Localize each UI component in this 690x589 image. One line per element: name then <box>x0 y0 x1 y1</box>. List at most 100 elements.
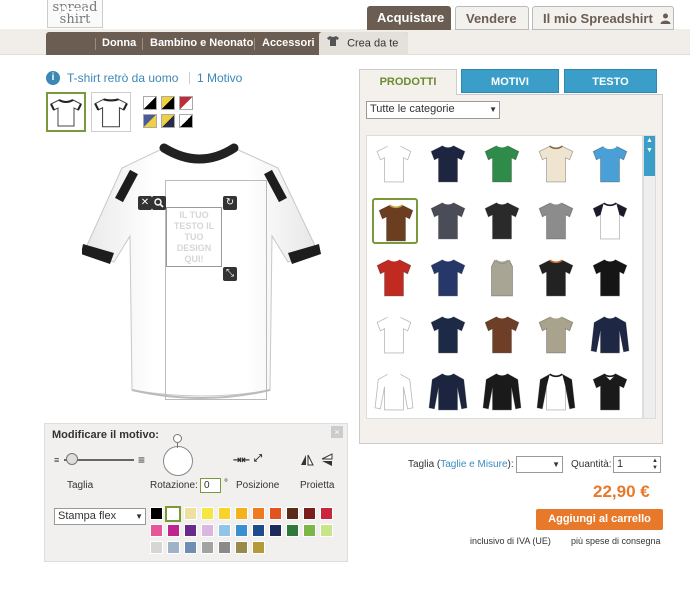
view-back-thumb[interactable] <box>91 92 131 132</box>
rotation-dial[interactable] <box>163 446 193 476</box>
product-thumb[interactable] <box>588 312 634 358</box>
color-swatch[interactable] <box>303 507 316 520</box>
tab-acquistare[interactable]: Acquistare <box>367 6 451 30</box>
product-thumb[interactable] <box>372 369 418 415</box>
product-thumb[interactable] <box>426 198 472 244</box>
rotation-input[interactable]: 0 <box>200 478 221 493</box>
color-swatch[interactable] <box>218 541 231 554</box>
color-swatch[interactable] <box>218 507 231 520</box>
add-to-cart-button[interactable]: Aggiungi al carrello <box>536 509 663 530</box>
swatch-red-white[interactable] <box>179 96 193 110</box>
tab-mio-spreadshirt[interactable]: Il mio Spreadshirt <box>532 6 674 30</box>
swatch-blue-yellow[interactable] <box>143 114 157 128</box>
product-thumb[interactable] <box>480 312 526 358</box>
product-thumb[interactable] <box>480 141 526 187</box>
print-type-select[interactable]: Stampa flex ▼ <box>54 508 146 525</box>
close-icon[interactable]: × <box>331 426 343 438</box>
color-swatch[interactable] <box>201 541 214 554</box>
product-thumb[interactable] <box>480 198 526 244</box>
color-swatch[interactable] <box>252 524 265 537</box>
swatch-yellow-black[interactable] <box>161 96 175 110</box>
color-swatch[interactable] <box>201 507 214 520</box>
color-swatch[interactable] <box>269 524 282 537</box>
product-grid-scrollbar[interactable] <box>643 135 656 419</box>
color-swatch[interactable] <box>167 524 180 537</box>
zoom-icon[interactable] <box>152 196 166 210</box>
rotation-dial-handle[interactable] <box>173 434 182 443</box>
color-swatch[interactable] <box>252 507 265 520</box>
category-select[interactable]: Tutte le categorie ▼ <box>366 101 500 119</box>
color-swatch[interactable] <box>252 541 265 554</box>
color-swatch[interactable] <box>165 506 181 522</box>
center-horizontal-icon[interactable]: ⇥⇤ <box>233 455 250 468</box>
product-thumb[interactable] <box>588 198 634 244</box>
color-swatch[interactable] <box>269 507 282 520</box>
product-color-swatches[interactable] <box>143 96 195 132</box>
color-swatch[interactable] <box>150 524 163 537</box>
color-swatch[interactable] <box>235 507 248 520</box>
tab-motivi[interactable]: MOTIVI <box>461 69 559 93</box>
tab-prodotti[interactable]: PRODOTTI <box>359 69 457 95</box>
stepper-arrows-icon[interactable]: ▲ ▼ <box>652 458 658 472</box>
delete-motif-icon[interactable]: ✕ <box>138 196 152 210</box>
color-swatch[interactable] <box>167 541 180 554</box>
flip-vertical-icon[interactable] <box>320 453 334 470</box>
rotate-icon[interactable]: ↻ <box>223 196 237 210</box>
color-swatch[interactable] <box>303 524 316 537</box>
color-swatch[interactable] <box>184 524 197 537</box>
color-swatch[interactable] <box>235 541 248 554</box>
color-swatch[interactable] <box>201 524 214 537</box>
product-thumb[interactable] <box>372 141 418 187</box>
product-thumb[interactable] <box>426 369 472 415</box>
swatch-white-black-2[interactable] <box>179 114 193 128</box>
product-thumb[interactable] <box>534 369 580 415</box>
color-swatch[interactable] <box>320 524 333 537</box>
size-slider-handle[interactable] <box>66 453 78 465</box>
view-front-thumb[interactable] <box>46 92 86 132</box>
color-swatch[interactable] <box>218 524 231 537</box>
product-thumb[interactable] <box>588 255 634 301</box>
info-icon[interactable]: i <box>46 71 60 85</box>
scroll-thumb[interactable]: ▲ ▼ <box>644 136 655 176</box>
product-thumb[interactable] <box>372 198 418 244</box>
product-thumb[interactable] <box>426 141 472 187</box>
size-select[interactable]: ▼ <box>516 456 563 473</box>
product-thumb[interactable] <box>534 198 580 244</box>
color-swatch[interactable] <box>286 524 299 537</box>
resize-icon[interactable]: ⤡ <box>223 267 237 281</box>
color-swatch[interactable] <box>150 507 163 520</box>
motif-count-link[interactable]: 1 Motivo <box>197 71 242 85</box>
product-thumb[interactable] <box>426 312 472 358</box>
nav-donna[interactable]: Donna <box>102 32 136 55</box>
product-thumb[interactable] <box>426 255 472 301</box>
product-thumb[interactable] <box>588 141 634 187</box>
nav-crea-da-te[interactable]: Crea da te <box>319 32 408 55</box>
color-swatch[interactable] <box>320 507 333 520</box>
color-swatch[interactable] <box>150 541 163 554</box>
product-thumb[interactable] <box>480 369 526 415</box>
color-swatch[interactable] <box>184 507 197 520</box>
swatch-white-black[interactable] <box>143 96 157 110</box>
nav-uomo[interactable]: Uomo <box>59 0 90 23</box>
product-title[interactable]: T-shirt retrò da uomo <box>67 71 178 85</box>
quantity-stepper[interactable]: 1 ▲ ▼ <box>613 456 661 473</box>
product-thumb[interactable] <box>372 312 418 358</box>
color-swatch[interactable] <box>235 524 248 537</box>
product-thumb[interactable] <box>534 255 580 301</box>
product-thumb[interactable] <box>534 141 580 187</box>
swatch-yellow-navy[interactable] <box>161 114 175 128</box>
product-thumb[interactable] <box>588 369 634 415</box>
product-thumb[interactable] <box>372 255 418 301</box>
reset-position-icon[interactable]: ⤢ <box>254 453 269 466</box>
tab-testo[interactable]: TESTO <box>564 69 657 93</box>
size-guide-link[interactable]: Taglie e Misure <box>440 459 507 470</box>
color-swatch[interactable] <box>286 507 299 520</box>
product-thumb[interactable] <box>534 312 580 358</box>
tab-vendere[interactable]: Vendere <box>455 6 529 30</box>
color-swatch[interactable] <box>184 541 197 554</box>
flip-horizontal-icon[interactable] <box>300 453 314 470</box>
product-thumb[interactable] <box>480 255 526 301</box>
nav-accessori[interactable]: Accessori <box>262 32 315 55</box>
shipping-note-link[interactable]: più spese di consegna <box>571 536 661 546</box>
nav-bambino[interactable]: Bambino e Neonato <box>150 32 253 55</box>
